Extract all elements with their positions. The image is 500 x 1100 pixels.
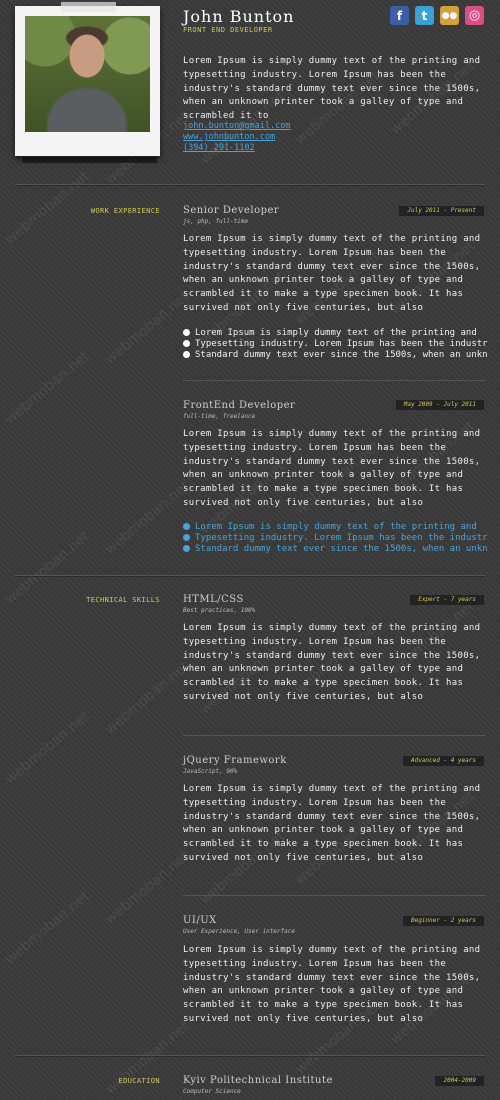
date-badge: May 2009 - July 2011 [395, 400, 484, 410]
watermark: webmoban.net [2, 168, 93, 248]
watermark: webmoban.net [2, 348, 93, 428]
email-link[interactable]: john.bunton@gmail.com [183, 121, 290, 132]
job-description: Lorem Ipsum is simply dummy text of the … [183, 429, 481, 508]
list-item[interactable]: Lorem Ipsum is simply dummy text of the … [183, 522, 488, 533]
section-label-skills: TECHNICAL SKILLS [86, 596, 160, 604]
job-bullet-list: Lorem Ipsum is simply dummy text of the … [183, 328, 488, 361]
flickr-icon[interactable]: ●● [440, 6, 459, 25]
entry-divider [183, 380, 485, 381]
education-title: Kyiv Politechnical Institute [183, 1075, 333, 1086]
intro-text: Lorem Ipsum is simply dummy text of the … [183, 56, 481, 122]
profile-photo-frame [15, 2, 160, 156]
watermark: webmoban.net [102, 288, 193, 368]
section-divider [15, 575, 485, 577]
twitter-icon[interactable]: t [415, 6, 434, 25]
person-title: FRONT END DEVELOPER [183, 26, 273, 34]
watermark: webmoban.net [102, 848, 193, 928]
photo-tape [61, 2, 116, 12]
bullet-icon [183, 351, 190, 358]
photo-shadow [22, 157, 157, 163]
date-badge: 2004-2009 [435, 1076, 484, 1086]
bullet-icon [183, 329, 190, 336]
contact-links: john.bunton@gmail.com www.johnbunton.com… [183, 121, 290, 154]
job-title: FrontEnd Developer [183, 400, 296, 411]
list-item: Typesetting industry. Lorem Ipsum has be… [183, 339, 488, 350]
list-item[interactable]: Typesetting industry. Lorem Ipsum has be… [183, 533, 488, 544]
job-description: Lorem Ipsum is simply dummy text of the … [183, 234, 481, 313]
job-subtitle: full-time, freelance [183, 413, 256, 420]
list-item: Lorem Ipsum is simply dummy text of the … [183, 328, 488, 339]
list-item: Standard dummy text ever since the 1500s… [183, 350, 488, 361]
entry-divider [183, 895, 485, 896]
date-badge: July 2011 - Present [399, 206, 484, 216]
section-label-education: EDUCATION [118, 1077, 160, 1085]
section-divider [15, 184, 485, 186]
skill-subtitle: User Experience, User interface [183, 928, 295, 935]
skill-description: Lorem Ipsum is simply dummy text of the … [183, 784, 481, 863]
education-subtitle: Computer Science [183, 1088, 241, 1095]
facebook-icon[interactable]: f [390, 6, 409, 25]
bullet-icon [183, 523, 190, 530]
section-divider [15, 1055, 485, 1057]
bullet-icon [183, 534, 190, 541]
phone-link[interactable]: (394) 291-1102 [183, 143, 290, 154]
person-name: John Bunton [183, 7, 295, 26]
skill-subtitle: JavaScript, 90% [183, 768, 238, 775]
job-bullet-list: Lorem Ipsum is simply dummy text of the … [183, 522, 488, 555]
social-links: f t ●● ◎ [390, 6, 484, 25]
profile-photo [25, 16, 150, 132]
bullet-icon [183, 340, 190, 347]
skill-title: jQuery Framework [183, 755, 287, 766]
bullet-icon [183, 545, 190, 552]
section-label-work: WORK EXPERIENCE [90, 207, 160, 215]
list-item[interactable]: Standard dummy text ever since the 1500s… [183, 544, 488, 555]
level-badge: Advanced - 4 years [402, 756, 484, 766]
entry-divider [183, 735, 485, 736]
skill-description: Lorem Ipsum is simply dummy text of the … [183, 623, 481, 702]
dribbble-icon[interactable]: ◎ [465, 6, 484, 25]
skill-subtitle: Best practices, 100% [183, 607, 256, 614]
skill-title: UI/UX [183, 915, 217, 926]
job-subtitle: js, php, full-time [183, 218, 249, 225]
watermark: webmoban.net [102, 478, 193, 558]
watermark: webmoban.net [2, 708, 93, 788]
watermark: webmoban.net [2, 528, 93, 608]
watermark: webmoban.net [102, 658, 193, 738]
job-title: Senior Developer [183, 205, 280, 216]
watermark: webmoban.net [2, 888, 93, 968]
level-badge: Beginner - 2 years [402, 916, 484, 926]
skill-title: HTML/CSS [183, 594, 244, 605]
skill-description: Lorem Ipsum is simply dummy text of the … [183, 945, 481, 1024]
watermark: webmoban.net [102, 1018, 193, 1098]
website-link[interactable]: www.johnbunton.com [183, 132, 290, 143]
level-badge: Expert - 7 years [410, 595, 484, 605]
